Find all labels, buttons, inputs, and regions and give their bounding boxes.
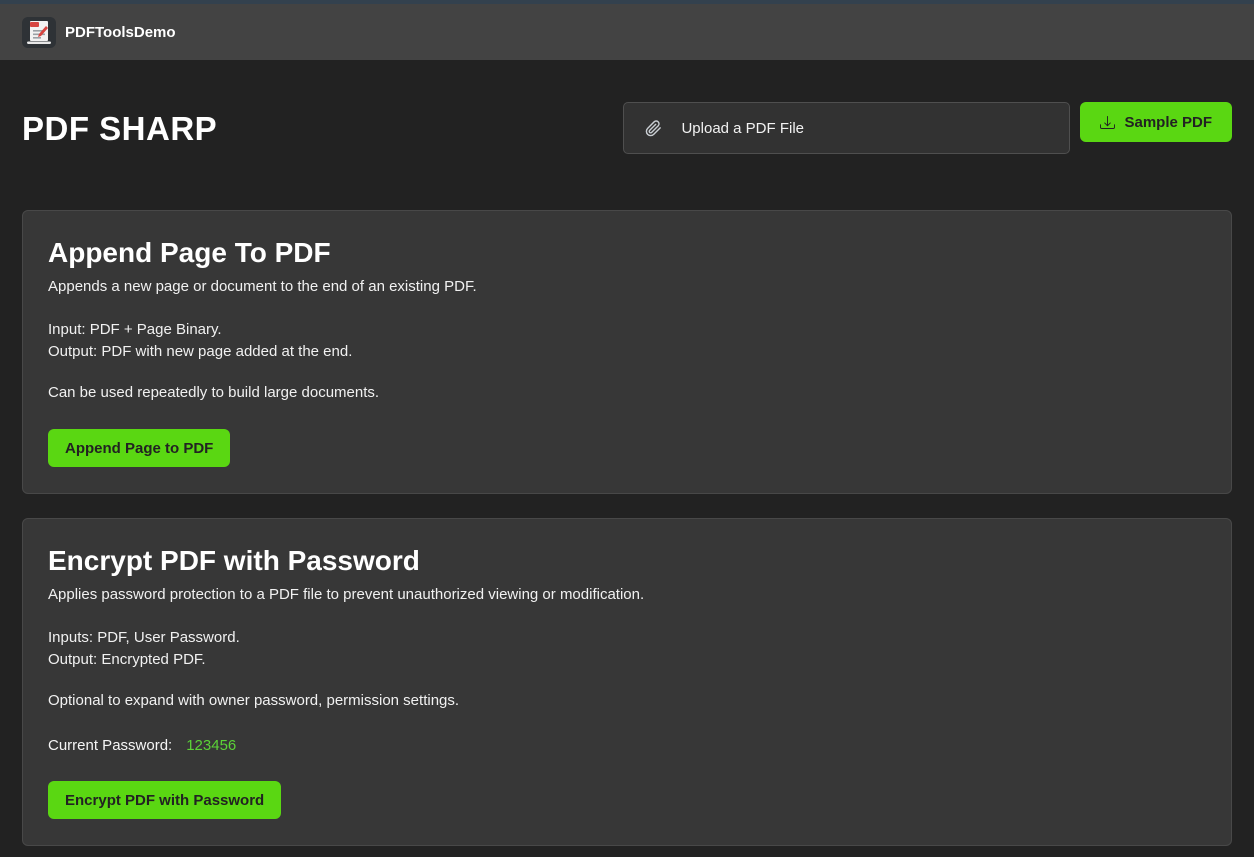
current-password-row: Current Password: 123456 [48, 737, 1206, 754]
sample-pdf-button[interactable]: Sample PDF [1080, 102, 1232, 142]
page-title: PDF SHARP [22, 110, 217, 148]
input-line: Input: PDF + Page Binary. [48, 319, 1206, 341]
encrypt-pdf-with-password-button[interactable]: Encrypt PDF with Password [48, 781, 281, 819]
header-row: PDF SHARP Upload a PDF File Sample PDF [22, 102, 1232, 154]
card-append-page-to-pdf: Append Page To PDF Appends a new page or… [22, 210, 1232, 494]
app-logo-icon[interactable] [22, 17, 56, 48]
current-password-label: Current Password: [48, 737, 172, 754]
card-note: Optional to expand with owner password, … [48, 692, 1206, 709]
output-line: Output: PDF with new page added at the e… [48, 341, 1206, 363]
card-title: Append Page To PDF [48, 237, 1206, 269]
current-password-value: 123456 [186, 737, 236, 754]
card-io-lines: Input: PDF + Page Binary. Output: PDF wi… [48, 319, 1206, 363]
input-line: Inputs: PDF, User Password. [48, 627, 1206, 649]
card-io-lines: Inputs: PDF, User Password. Output: Encr… [48, 627, 1206, 671]
upload-pdf-file-input[interactable]: Upload a PDF File [623, 102, 1070, 154]
card-encrypt-pdf-with-password: Encrypt PDF with Password Applies passwo… [22, 518, 1232, 846]
header-actions: Upload a PDF File Sample PDF [623, 102, 1232, 154]
card-subtitle: Appends a new page or document to the en… [48, 278, 1206, 295]
card-title: Encrypt PDF with Password [48, 545, 1206, 577]
output-line: Output: Encrypted PDF. [48, 649, 1206, 671]
append-page-to-pdf-button[interactable]: Append Page to PDF [48, 429, 230, 467]
card-subtitle: Applies password protection to a PDF fil… [48, 586, 1206, 603]
navbar-brand[interactable]: PDFToolsDemo [65, 24, 176, 41]
paperclip-icon [645, 120, 662, 137]
main-content: PDF SHARP Upload a PDF File Sample PDF [0, 102, 1254, 846]
upload-pdf-label: Upload a PDF File [681, 120, 804, 137]
navbar: PDFToolsDemo [0, 4, 1254, 60]
download-icon [1100, 115, 1115, 130]
sample-pdf-label: Sample PDF [1124, 114, 1212, 131]
card-note: Can be used repeatedly to build large do… [48, 384, 1206, 401]
